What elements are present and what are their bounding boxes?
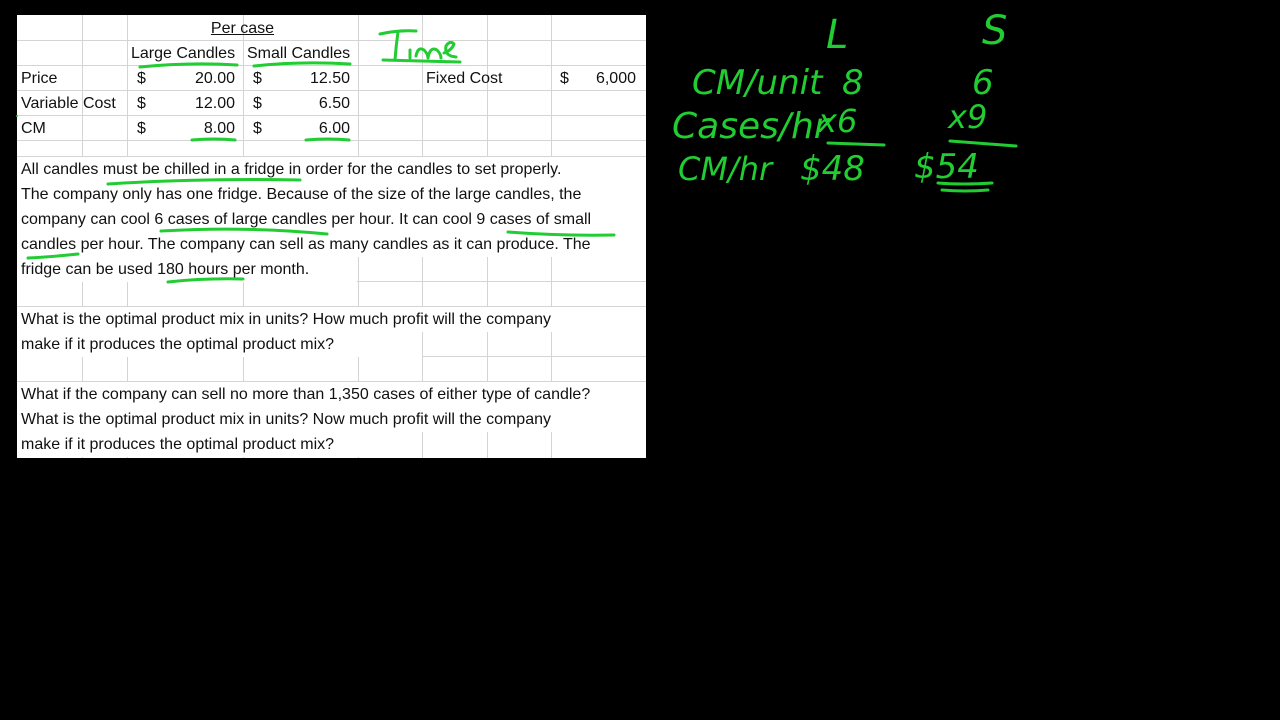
varcost-small-currency: $ <box>253 95 262 112</box>
column-label-small: S <box>982 8 1007 54</box>
cm-large-currency: $ <box>137 120 146 137</box>
row-label-cases-per-hour: Cases/hr <box>672 106 831 147</box>
row-label-cm-per-hour: CM/hr <box>678 150 774 188</box>
varcost-small-value: 6.50 <box>318 95 350 112</box>
grid-line <box>358 15 359 157</box>
sum-line-small <box>948 139 1018 148</box>
paragraph-line: All candles must be chilled in a fridge … <box>17 157 646 182</box>
answer-underline-1 <box>936 181 994 186</box>
grid-line <box>82 15 83 157</box>
large-cm-per-unit: 8 <box>842 63 864 103</box>
fixed-cost-value: 6,000 <box>595 70 636 87</box>
price-large-currency: $ <box>137 70 146 87</box>
small-cm-per-unit: 6 <box>972 63 994 103</box>
large-cm-per-hour: $48 <box>800 149 865 189</box>
grid-line <box>422 15 423 157</box>
small-cm-per-hour: $54 <box>914 147 979 187</box>
question-1-line: What is the optimal product mix in units… <box>17 307 646 332</box>
row-label-price: Price <box>21 70 58 87</box>
fixed-cost-currency: $ <box>560 70 569 87</box>
cm-large-value: 8.00 <box>203 120 235 137</box>
spreadsheet: Per case Large Candles Small Candles Pri… <box>17 15 646 458</box>
question-2-line: What is the optimal product mix in units… <box>17 407 646 432</box>
price-large-value: 20.00 <box>194 70 235 87</box>
paragraph-line: fridge can be used 180 hours per month. <box>17 257 357 282</box>
grid-line <box>551 15 552 157</box>
large-cases-per-hour: x6 <box>817 102 857 140</box>
row-label-variable-cost: Variable Cost <box>21 95 116 112</box>
large-candles-header: Large Candles <box>131 45 236 62</box>
answer-underline-2 <box>940 188 990 193</box>
sum-line-large <box>826 141 886 147</box>
cm-small-currency: $ <box>253 120 262 137</box>
paragraph-line: company can cool 6 cases of large candle… <box>17 207 646 232</box>
price-small-value: 12.50 <box>309 70 350 87</box>
row-label-cm-per-unit: CM/unit <box>692 63 824 103</box>
price-small-currency: $ <box>253 70 262 87</box>
question-2-line: What if the company can sell no more tha… <box>17 382 646 407</box>
small-candles-header: Small Candles <box>247 45 351 62</box>
varcost-large-currency: $ <box>137 95 146 112</box>
question-1-line: make if it produces the optimal product … <box>17 332 422 357</box>
small-cases-per-hour: x9 <box>947 98 987 136</box>
paragraph-line: candles per hour. The company can sell a… <box>17 232 646 257</box>
row-label-cm: CM <box>21 120 46 137</box>
per-case-header: Per case <box>210 20 275 37</box>
column-label-large: L <box>826 12 848 58</box>
cm-small-value: 6.00 <box>318 120 350 137</box>
paragraph-line: The company only has one fridge. Because… <box>17 182 646 207</box>
question-2-line: make if it produces the optimal product … <box>17 432 422 457</box>
varcost-large-value: 12.00 <box>194 95 235 112</box>
fixed-cost-label: Fixed Cost <box>426 70 503 87</box>
handwritten-calculation: L S CM/unit 8 6 Cases/hr x6 x9 CM/hr $48… <box>672 8 1018 193</box>
